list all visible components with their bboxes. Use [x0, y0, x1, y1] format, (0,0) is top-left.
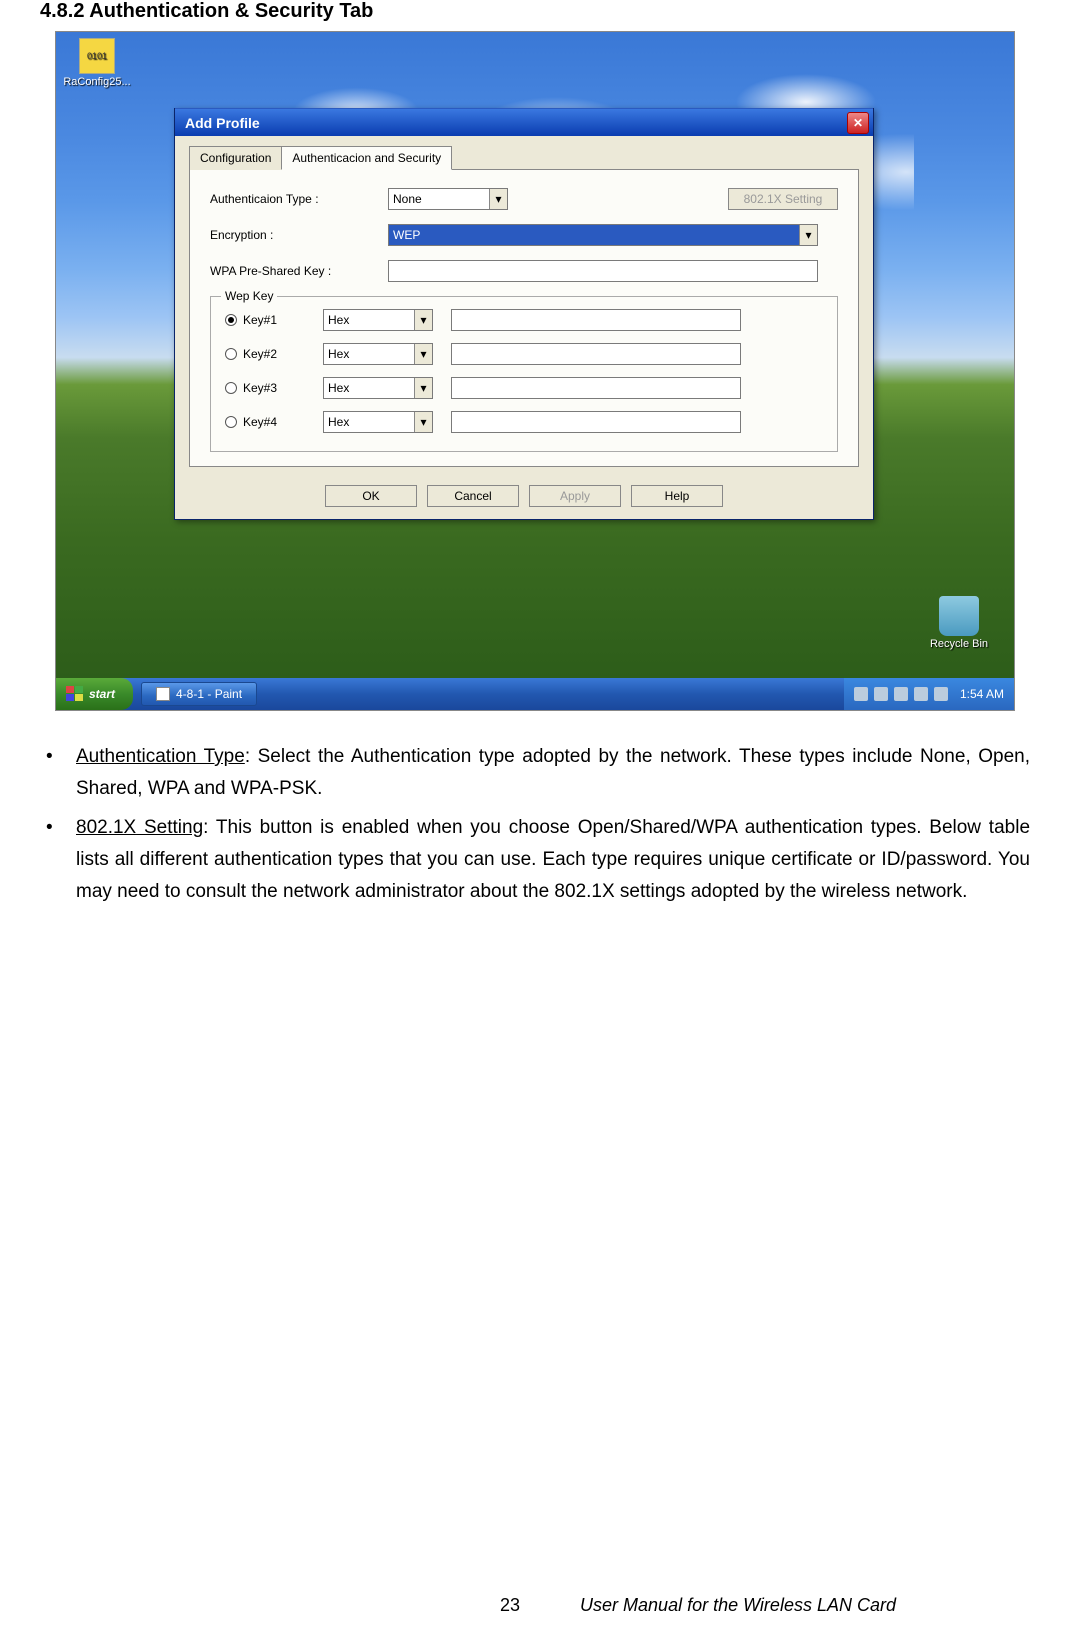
- body-text: • Authentication Type: Select the Authen…: [40, 741, 1030, 908]
- taskbar-clock: 1:54 AM: [960, 687, 1004, 701]
- dialog-action-bar: OK Cancel Apply Help: [175, 475, 873, 519]
- chevron-down-icon: ▾: [799, 225, 817, 245]
- wep-key-legend: Wep Key: [221, 289, 277, 303]
- encryption-combo[interactable]: WEP ▾: [388, 224, 818, 246]
- tray-icon[interactable]: [934, 687, 948, 701]
- screenshot-desktop: 0101 RaConfig25... Recycle Bin Add Profi…: [55, 31, 1015, 711]
- windows-logo-icon: [66, 686, 84, 702]
- apply-button: Apply: [529, 485, 621, 507]
- key3-radio[interactable]: Key#3: [225, 381, 305, 395]
- key3-input[interactable]: [451, 377, 741, 399]
- auth-type-combo[interactable]: None ▾: [388, 188, 508, 210]
- key4-format-combo[interactable]: Hex ▾: [323, 411, 433, 433]
- raconfig-icon: 0101: [79, 38, 115, 74]
- dialog-titlebar[interactable]: Add Profile ✕: [175, 108, 873, 136]
- key4-radio[interactable]: Key#4: [225, 415, 305, 429]
- bullet-item: Authentication Type: Select the Authenti…: [76, 741, 1030, 806]
- tray-icon[interactable]: [894, 687, 908, 701]
- chevron-down-icon: ▾: [414, 310, 432, 330]
- desktop-icon-recycle-bin[interactable]: Recycle Bin: [919, 596, 999, 650]
- key2-label: Key#2: [243, 347, 277, 361]
- tab-panel-auth: Authenticaion Type : None ▾ 802.1X Setti…: [189, 169, 859, 467]
- tray-icon[interactable]: [914, 687, 928, 701]
- taskbar-item-paint[interactable]: 4-8-1 - Paint: [141, 682, 257, 706]
- bullet-mark: •: [40, 812, 76, 909]
- tab-configuration[interactable]: Configuration: [189, 146, 282, 170]
- label-wpa-psk: WPA Pre-Shared Key :: [210, 264, 380, 278]
- section-heading: 4.8.2 Authentication & Security Tab: [40, 0, 1030, 23]
- label-encryption: Encryption :: [210, 228, 380, 242]
- close-icon: ✕: [853, 116, 863, 130]
- key1-label: Key#1: [243, 313, 277, 327]
- bullet-mark: •: [40, 741, 76, 806]
- bullet-rest: : This button is enabled when you choose…: [76, 817, 1030, 903]
- chevron-down-icon: ▾: [414, 378, 432, 398]
- key4-format-value: Hex: [328, 415, 349, 429]
- wep-key-row: Key#1 Hex ▾: [225, 309, 823, 331]
- cancel-button[interactable]: Cancel: [427, 485, 519, 507]
- key2-radio[interactable]: Key#2: [225, 347, 305, 361]
- auth-type-value: None: [393, 192, 422, 206]
- desktop-icon-raconfig[interactable]: 0101 RaConfig25...: [62, 38, 132, 88]
- key1-radio[interactable]: Key#1: [225, 313, 305, 327]
- paint-icon: [156, 687, 170, 701]
- key4-label: Key#4: [243, 415, 277, 429]
- tray-icon[interactable]: [874, 687, 888, 701]
- encryption-value: WEP: [393, 228, 420, 242]
- term-auth-type: Authentication Type: [76, 746, 245, 767]
- radio-icon: [225, 348, 237, 360]
- radio-icon: [225, 382, 237, 394]
- recycle-bin-label: Recycle Bin: [919, 638, 999, 650]
- wpa-psk-input[interactable]: [388, 260, 818, 282]
- wep-key-row: Key#2 Hex ▾: [225, 343, 823, 365]
- chevron-down-icon: ▾: [414, 412, 432, 432]
- start-button[interactable]: start: [56, 678, 133, 710]
- chevron-down-icon: ▾: [414, 344, 432, 364]
- dialog-title: Add Profile: [185, 115, 260, 131]
- key1-input[interactable]: [451, 309, 741, 331]
- wep-key-row: Key#4 Hex ▾: [225, 411, 823, 433]
- close-button[interactable]: ✕: [847, 112, 869, 134]
- key4-input[interactable]: [451, 411, 741, 433]
- radio-icon: [225, 416, 237, 428]
- dialog-tabs: Configuration Authenticacion and Securit…: [189, 146, 859, 170]
- tab-authentication-security[interactable]: Authenticacion and Security: [281, 146, 452, 170]
- key3-format-value: Hex: [328, 381, 349, 395]
- ok-button[interactable]: OK: [325, 485, 417, 507]
- 8021x-setting-button: 802.1X Setting: [728, 188, 838, 210]
- bullet-item: 802.1X Setting: This button is enabled w…: [76, 812, 1030, 909]
- key2-input[interactable]: [451, 343, 741, 365]
- start-label: start: [89, 687, 115, 701]
- label-auth-type: Authenticaion Type :: [210, 192, 380, 206]
- recycle-bin-icon: [939, 596, 979, 636]
- chevron-down-icon: ▾: [489, 189, 507, 209]
- page-footer: 23 User Manual for the Wireless LAN Card: [0, 1595, 1070, 1616]
- key1-format-combo[interactable]: Hex ▾: [323, 309, 433, 331]
- wep-key-row: Key#3 Hex ▾: [225, 377, 823, 399]
- key1-format-value: Hex: [328, 313, 349, 327]
- help-button[interactable]: Help: [631, 485, 723, 507]
- desktop-icon-label: RaConfig25...: [62, 76, 132, 88]
- add-profile-dialog: Add Profile ✕ Configuration Authenticaci…: [174, 108, 874, 520]
- footer-title: User Manual for the Wireless LAN Card: [580, 1595, 896, 1616]
- tray-icon[interactable]: [854, 687, 868, 701]
- key2-format-combo[interactable]: Hex ▾: [323, 343, 433, 365]
- system-tray: 1:54 AM: [844, 678, 1014, 710]
- page-number: 23: [500, 1595, 520, 1616]
- wep-key-fieldset: Wep Key Key#1 Hex ▾: [210, 296, 838, 452]
- radio-icon: [225, 314, 237, 326]
- taskbar-item-label: 4-8-1 - Paint: [176, 687, 242, 701]
- key2-format-value: Hex: [328, 347, 349, 361]
- key3-format-combo[interactable]: Hex ▾: [323, 377, 433, 399]
- term-8021x: 802.1X Setting: [76, 817, 203, 838]
- taskbar: start 4-8-1 - Paint 1:54 AM: [56, 678, 1014, 710]
- key3-label: Key#3: [243, 381, 277, 395]
